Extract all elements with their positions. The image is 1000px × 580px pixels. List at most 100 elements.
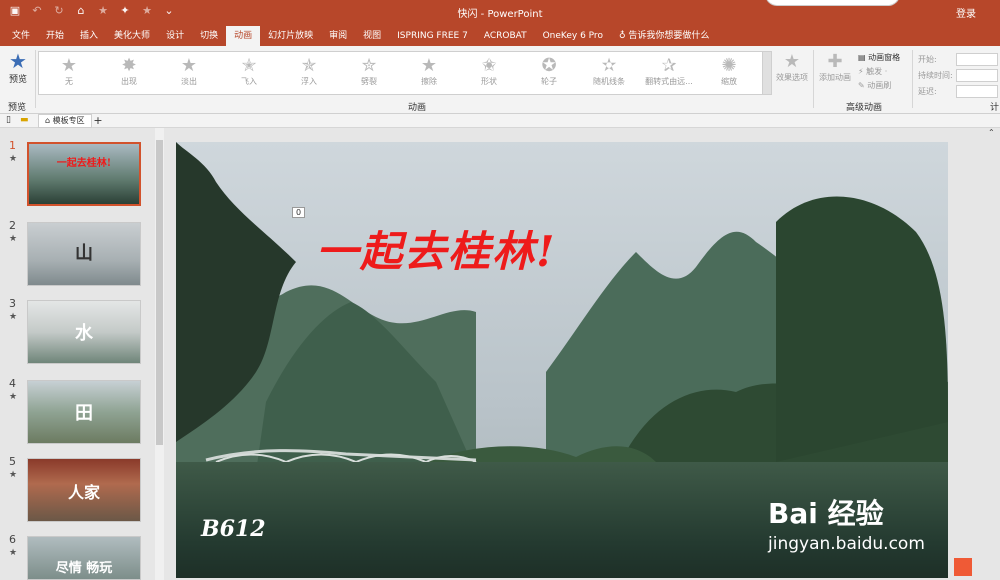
trigger-button[interactable]: ⚡ 触发 · <box>858 65 920 79</box>
animation-pane-button[interactable]: ▤ 动画窗格 <box>858 51 920 65</box>
animation-star-icon: ★ <box>9 392 18 402</box>
slide-canvas[interactable]: 0 一起去桂林! B612 Bai 经验 jingyan.baidu.com <box>176 142 948 578</box>
slide-thumbnail-2[interactable]: 山 <box>27 222 141 286</box>
divider <box>35 50 36 108</box>
anim-split[interactable]: ✮ 劈裂 <box>339 52 399 94</box>
tab-home[interactable]: 开始 <box>38 26 72 46</box>
tab-animations[interactable]: 动画 <box>226 26 261 46</box>
anim-random-bars[interactable]: ✫ 随机线条 <box>579 52 639 94</box>
title-bar: ▣ ↶ ↻ ⌂ ★ ✦ ★ ⌄ 快闪 - PowerPoint 登录 <box>0 0 1000 24</box>
tab-insert[interactable]: 插入 <box>72 26 106 46</box>
ribbon-animations: ★ 预览 预览 ★ 无 ✸ 出现 ★ 淡出 ✭ 飞入 ✯ 浮入 ✮ 劈裂 ★ 擦除 ✬ 形状 ✪… <box>0 46 1000 114</box>
gallery-scrollbar[interactable] <box>762 52 771 94</box>
divider <box>912 50 913 108</box>
ribbon-tabs: 文件 开始 插入 美化大师 设计 切换 动画 幻灯片放映 审阅 视图 ISPRI… <box>0 24 1000 46</box>
star-icon: ★ <box>60 55 78 76</box>
anim-float-in[interactable]: ✯ 浮入 <box>279 52 339 94</box>
advanced-animation-list: ▤ 动画窗格 ⚡ 触发 · ✎ 动画刷 <box>858 51 920 93</box>
start-dropdown[interactable] <box>956 52 998 66</box>
b612-watermark: B612 <box>201 516 266 542</box>
anim-appear[interactable]: ✸ 出现 <box>99 52 159 94</box>
template-zone-tab[interactable]: ⌂ 模板专区 <box>38 114 92 128</box>
random-bars-icon: ✫ <box>601 55 617 76</box>
tab-beautify[interactable]: 美化大师 <box>106 26 158 46</box>
tab-review[interactable]: 审阅 <box>321 26 355 46</box>
add-animation-button[interactable]: ✚ 添加动画 <box>815 51 855 83</box>
collapse-ribbon-icon[interactable]: ⌃ <box>988 128 995 137</box>
slide-number: 1 <box>9 139 16 152</box>
anim-none[interactable]: ★ 无 <box>39 52 99 94</box>
animation-pane-icon: ▤ <box>858 53 869 62</box>
baidu-watermark: Bai 经验 <box>768 497 884 530</box>
login-link[interactable]: 登录 <box>956 5 976 20</box>
section-bar: ▯ ▬ ⌂ 模板专区 + <box>0 114 1000 128</box>
divider <box>813 50 814 108</box>
anim-wheel[interactable]: ✪ 轮子 <box>519 52 579 94</box>
star-icon: ★ <box>180 55 198 76</box>
slide-thumbnail-6[interactable]: 尽情 畅玩 <box>27 536 141 580</box>
trigger-icon: ⚡ <box>858 67 867 76</box>
slide-number: 3 <box>9 297 16 310</box>
slide-thumbnail-4[interactable]: 田 <box>27 380 141 444</box>
animation-painter-button[interactable]: ✎ 动画刷 <box>858 79 920 93</box>
preview-button[interactable]: ★ 预览 <box>3 50 33 85</box>
delay-label: 延迟: <box>918 86 937 96</box>
duration-label: 持续时间: <box>918 70 953 80</box>
new-doc-icon[interactable]: ▯ <box>6 115 11 125</box>
thumbnail-scrollbar[interactable] <box>155 128 164 580</box>
right-gutter: ⌃ <box>950 128 1000 580</box>
wheel-icon: ✪ <box>541 55 557 76</box>
tab-design[interactable]: 设计 <box>158 26 192 46</box>
fly-in-icon: ✭ <box>241 55 257 76</box>
animation-star-icon: ★ <box>9 470 18 480</box>
tab-view[interactable]: 视图 <box>355 26 389 46</box>
anim-grow-turn[interactable]: ✰ 翻转式由远... <box>639 52 699 94</box>
add-tab-button[interactable]: + <box>92 114 104 128</box>
tab-ispring[interactable]: ISPRING FREE 7 <box>389 26 476 46</box>
grow-turn-icon: ✰ <box>661 55 677 76</box>
animation-star-icon: ★ <box>9 234 18 244</box>
anim-fade[interactable]: ★ 淡出 <box>159 52 219 94</box>
slide-thumbnail-3[interactable]: 水 <box>27 300 141 364</box>
duration-field[interactable] <box>956 68 998 82</box>
delay-field[interactable] <box>956 84 998 98</box>
tab-acrobat[interactable]: ACROBAT <box>476 26 535 46</box>
slide-thumbnail-5[interactable]: 人家 <box>27 458 141 522</box>
scroll-thumb[interactable] <box>156 140 163 445</box>
slide-number: 5 <box>9 455 16 468</box>
anim-fly-in[interactable]: ✭ 飞入 <box>219 52 279 94</box>
timing-group: 开始: 持续时间: 延迟: <box>918 51 1000 99</box>
slide-number: 6 <box>9 533 16 546</box>
group-label-animation: 动画 <box>408 103 427 113</box>
effect-options-button[interactable]: ★ 效果选项 <box>772 51 812 83</box>
group-label-timing: 计 <box>990 103 1000 113</box>
group-label-advanced: 高级动画 <box>846 103 883 113</box>
animation-gallery: ★ 无 ✸ 出现 ★ 淡出 ✭ 飞入 ✯ 浮入 ✮ 劈裂 ★ 擦除 ✬ 形状 ✪ 轮子 ✫ 随机线条… <box>38 51 772 95</box>
lightbulb-icon: ♁ <box>618 31 629 41</box>
group-label-preview: 预览 <box>8 103 27 113</box>
slide-title-text[interactable]: 一起去桂林! <box>316 218 556 279</box>
float-in-icon: ✯ <box>301 55 317 76</box>
anim-wipe[interactable]: ★ 擦除 <box>399 52 459 94</box>
anim-zoom[interactable]: ✺ 缩放 <box>699 52 759 94</box>
animation-star-icon: ★ <box>9 548 18 558</box>
tell-me-search[interactable]: ♁ 告诉我你想要做什么 <box>611 26 709 46</box>
tab-onekey[interactable]: OneKey 6 Pro <box>535 26 611 46</box>
start-label: 开始: <box>918 54 937 64</box>
slide-number: 4 <box>9 377 16 390</box>
tab-file[interactable]: 文件 <box>4 26 38 46</box>
animation-order-tag[interactable]: 0 <box>292 207 306 218</box>
burst-icon: ✸ <box>121 55 137 76</box>
video-badge-icon <box>954 558 972 576</box>
anim-shape[interactable]: ✬ 形状 <box>459 52 519 94</box>
zoom-icon: ✺ <box>721 55 737 76</box>
folder-icon[interactable]: ▬ <box>20 115 29 125</box>
tab-slideshow[interactable]: 幻灯片放映 <box>260 26 321 46</box>
slide-number: 2 <box>9 219 16 232</box>
window-title: 快闪 - PowerPoint <box>457 9 543 20</box>
slide-thumbnail-1[interactable]: 一起去桂林! <box>27 142 141 206</box>
animation-painter-icon: ✎ <box>858 81 868 90</box>
tab-transitions[interactable]: 切换 <box>192 26 226 46</box>
animation-star-icon: ★ <box>9 154 18 164</box>
animation-star-icon: ★ <box>9 312 18 322</box>
